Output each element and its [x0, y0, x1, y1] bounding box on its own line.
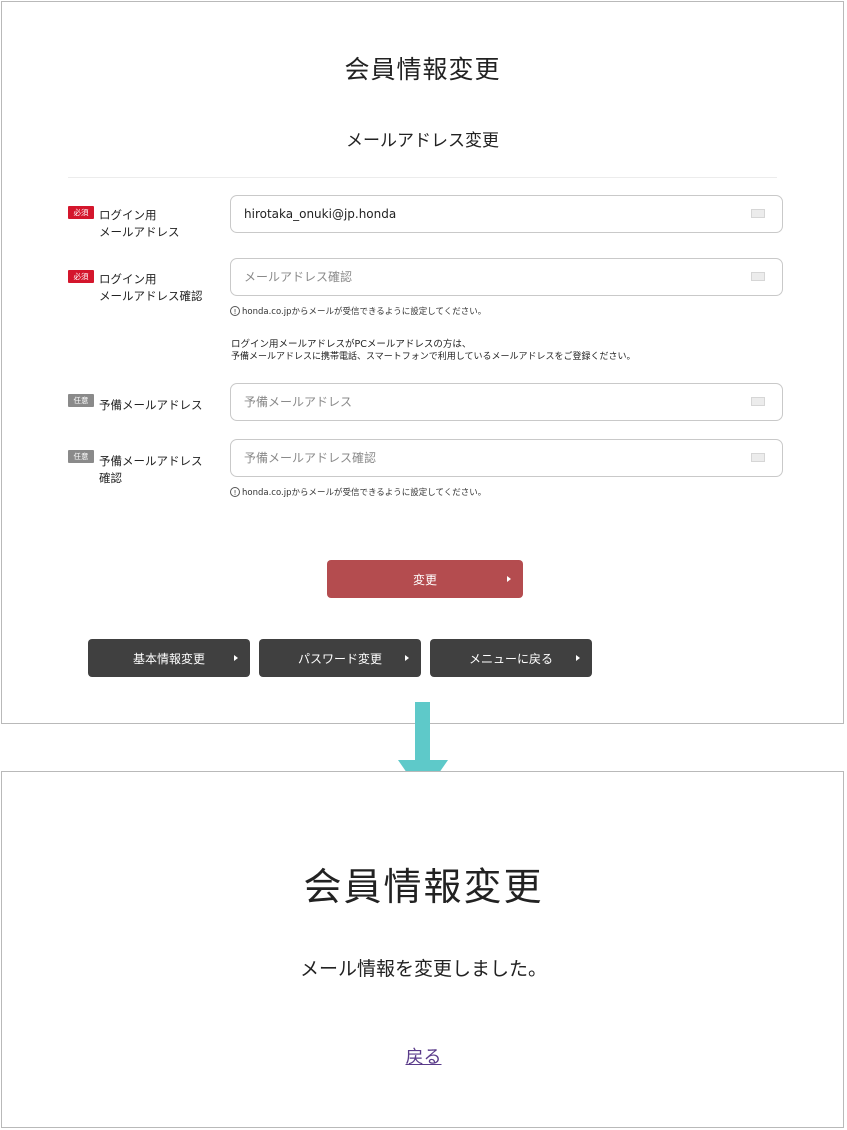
backup-email-label: 予備メールアドレス	[99, 398, 203, 412]
mail-icon	[751, 209, 765, 218]
login-email-label: ログイン用 メールアドレス	[99, 208, 180, 239]
backup-email-confirm-input[interactable]	[230, 439, 783, 477]
exclamation-circle-icon: !	[230, 306, 240, 316]
section-title: メールアドレス変更	[346, 131, 499, 151]
password-change-button[interactable]: パスワード変更	[259, 639, 421, 677]
divider	[68, 177, 777, 178]
completion-message: メール情報を変更しました。	[299, 958, 547, 980]
back-link-container: 戻る	[0, 1043, 847, 1069]
email-change-form-panel: 会員情報変更 メールアドレス変更 必須 ログイン用 メールアドレス 必須 ログイ…	[1, 1, 844, 724]
mail-icon	[751, 453, 765, 462]
mail-icon	[751, 397, 765, 406]
login-email-confirm-label: ログイン用 メールアドレス確認	[99, 272, 203, 303]
mail-icon	[751, 272, 765, 281]
button-label: メニューに戻る	[468, 651, 553, 666]
button-label: 基本情報変更	[132, 651, 205, 666]
login-email-input[interactable]	[230, 195, 783, 233]
chevron-right-icon	[405, 655, 409, 661]
pc-email-info: ログイン用メールアドレスがPCメールアドレスの方は、 予備メールアドレスに携帯電…	[231, 339, 636, 362]
optional-badge: 任意	[68, 394, 94, 407]
backup-email-input[interactable]	[230, 383, 783, 421]
back-to-menu-button[interactable]: メニューに戻る	[430, 639, 592, 677]
submit-button-label: 変更	[412, 572, 437, 587]
optional-badge: 任意	[68, 450, 94, 463]
chevron-right-icon	[234, 655, 238, 661]
required-badge: 必須	[68, 206, 94, 219]
chevron-right-icon	[576, 655, 580, 661]
chevron-right-icon	[507, 576, 511, 582]
basic-info-change-button[interactable]: 基本情報変更	[88, 639, 250, 677]
backup-email-confirm-label: 予備メールアドレス 確認	[99, 454, 203, 485]
completion-page-title: 会員情報変更	[303, 865, 544, 909]
completion-panel	[1, 771, 844, 1128]
button-label: パスワード変更	[297, 651, 382, 666]
email-receive-note: ! honda.co.jpからメールが受信できるように設定してください。	[230, 486, 486, 498]
login-email-confirm-input[interactable]	[230, 258, 783, 296]
page-title: 会員情報変更	[344, 55, 501, 84]
exclamation-circle-icon: !	[230, 487, 240, 497]
email-receive-note: ! honda.co.jpからメールが受信できるように設定してください。	[230, 305, 486, 317]
required-badge: 必須	[68, 270, 94, 283]
change-submit-button[interactable]: 変更	[327, 560, 523, 598]
back-link[interactable]: 戻る	[406, 1047, 442, 1068]
